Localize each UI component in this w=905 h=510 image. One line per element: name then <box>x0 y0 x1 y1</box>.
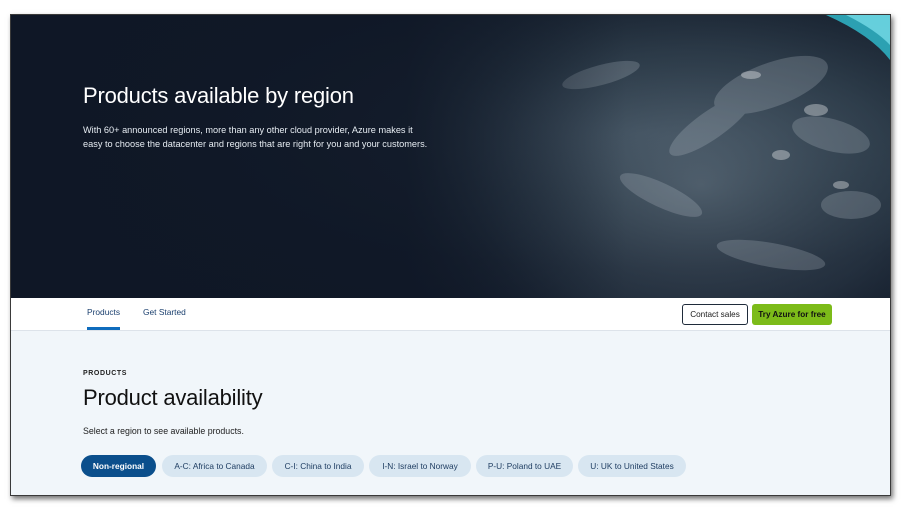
tab-products[interactable]: Products <box>87 298 121 330</box>
section-title: Product availability <box>83 385 263 410</box>
section-nav: Products Get Started Contact sales Try A… <box>11 298 890 331</box>
section-description: Select a region to see available product… <box>83 426 244 436</box>
hero-description: With 60+ announced regions, more than an… <box>83 125 428 149</box>
earth-image <box>11 15 890 298</box>
contact-sales-button[interactable]: Contact sales <box>682 304 748 325</box>
region-pill-a-c[interactable]: A-C: Africa to Canada <box>162 455 267 477</box>
browser-frame: Products available by region With 60+ an… <box>10 14 891 496</box>
region-pill-non-regional[interactable]: Non-regional <box>81 455 156 477</box>
hero-title: Products available by region <box>83 83 354 108</box>
hero-banner: Products available by region With 60+ an… <box>11 15 890 298</box>
region-pill-p-u[interactable]: P-U: Poland to UAE <box>476 455 573 477</box>
try-azure-free-button[interactable]: Try Azure for free <box>752 304 832 325</box>
region-pill-i-n[interactable]: I-N: Israel to Norway <box>369 455 471 477</box>
region-pill-u[interactable]: U: UK to United States <box>578 455 686 477</box>
section-eyebrow: PRODUCTS <box>83 370 128 377</box>
tab-get-started[interactable]: Get Started <box>143 298 186 330</box>
region-pill-c-i[interactable]: C-I: China to India <box>272 455 364 477</box>
